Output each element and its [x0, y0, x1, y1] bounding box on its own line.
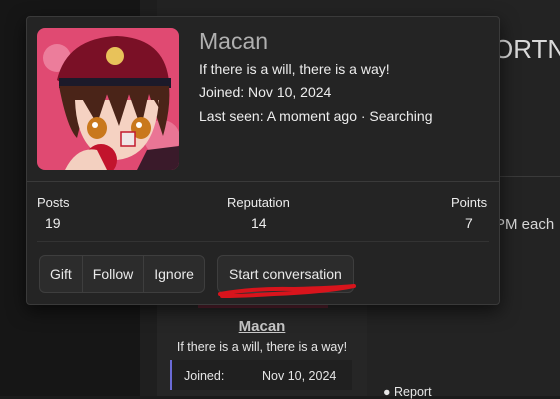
ignore-button[interactable]: Ignore	[144, 256, 204, 292]
post-text-fragment: PM each	[495, 216, 555, 233]
reputation-label: Reputation	[227, 195, 290, 210]
points-value[interactable]: 7	[465, 215, 473, 231]
member-joined: Joined: Nov 10, 2024	[199, 84, 332, 100]
points-label: Points	[451, 195, 488, 210]
member-tooltip: Macan If there is a will, there is a way…	[26, 16, 500, 305]
post-username-link[interactable]: Macan	[157, 318, 367, 335]
thread-title-fragment: ORTNA	[493, 34, 560, 64]
avatar[interactable]	[37, 28, 179, 170]
report-link[interactable]: ● Report	[383, 385, 432, 399]
follow-button[interactable]: Follow	[83, 256, 145, 292]
post-user-slogan: If there is a will, there is a way!	[176, 340, 348, 354]
red-underline-annotation	[218, 284, 356, 298]
avatar-image	[37, 28, 179, 170]
report-label: Report	[394, 385, 432, 399]
card-divider	[27, 181, 499, 182]
stats-divider	[37, 241, 489, 242]
posts-value[interactable]: 19	[45, 215, 61, 231]
member-action-group: Gift Follow Ignore	[39, 255, 205, 293]
member-name[interactable]: Macan	[199, 28, 268, 55]
post-joined-label: Joined:	[184, 369, 225, 383]
reputation-value[interactable]: 14	[251, 215, 267, 231]
post-joined-value: Nov 10, 2024	[262, 369, 337, 383]
member-last-seen: Last seen: A moment ago · Searching	[199, 108, 433, 124]
member-slogan: If there is a will, there is a way!	[199, 61, 390, 77]
gift-button[interactable]: Gift	[40, 256, 83, 292]
bell-icon: ●	[383, 385, 395, 399]
posts-label: Posts	[37, 195, 70, 210]
